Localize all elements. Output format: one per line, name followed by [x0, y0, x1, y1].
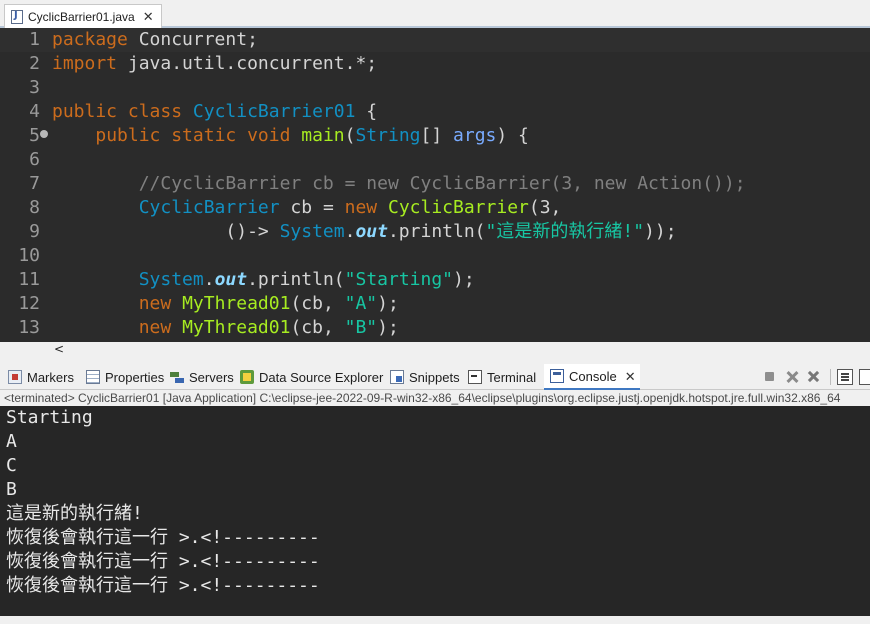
editor-tab-bar: CyclicBarrier01.java ✕	[0, 0, 870, 28]
code-text: ()-> System.out.println("這是新的執行緒!"));	[52, 221, 677, 242]
console-output-line: 這是新的執行緒!	[6, 503, 143, 524]
tab-label: Markers	[27, 369, 74, 385]
scroll-lock-icon[interactable]	[837, 369, 853, 385]
code-line[interactable]: 11 System.out.println("Starting");	[0, 268, 870, 292]
tab-terminal[interactable]: Terminal	[462, 364, 540, 390]
code-text: public class CyclicBarrier01 {	[52, 101, 378, 122]
console-output-line: B	[6, 479, 17, 500]
java-file-icon	[11, 9, 23, 24]
line-number: 3	[29, 77, 40, 98]
tab-data-source-explorer[interactable]: Data Source Explorer	[234, 364, 387, 390]
line-number: 11	[18, 269, 40, 290]
code-text: //CyclicBarrier cb = new CyclicBarrier(3…	[52, 173, 746, 194]
code-line[interactable]: 4 public class CyclicBarrier01 {	[0, 100, 870, 124]
tab-markers[interactable]: Markers	[2, 364, 78, 390]
tab-label: Data Source Explorer	[259, 369, 384, 385]
tab-servers[interactable]: Servers	[164, 364, 238, 390]
pin-console-icon[interactable]	[859, 369, 870, 385]
servers-icon	[170, 370, 184, 384]
line-number: 13	[18, 317, 40, 338]
line-number: 4	[29, 101, 40, 122]
data-source-explorer-icon	[240, 370, 254, 384]
code-line[interactable]: 8 CyclicBarrier cb = new CyclicBarrier(3…	[0, 196, 870, 220]
tab-label: Terminal	[487, 369, 537, 385]
console-horizontal-scrollbar[interactable]	[0, 616, 870, 624]
line-number: 6	[29, 149, 40, 170]
line-number: 9	[29, 221, 40, 242]
line-number: 5	[29, 125, 40, 146]
tab-label: Snippets	[409, 369, 460, 385]
line-number: 12	[18, 293, 40, 314]
remove-launch-icon[interactable]	[784, 369, 800, 385]
tab-label: Servers	[189, 369, 234, 385]
terminal-icon	[468, 370, 482, 384]
console-output-line: 恢復後會執行這一行 >.<!---------	[6, 527, 320, 548]
tab-properties[interactable]: Properties	[80, 364, 168, 390]
fold-toggle-icon[interactable]	[40, 130, 48, 138]
tab-label: Console	[569, 368, 617, 384]
console-output[interactable]: Starting A C B 這是新的執行緒! 恢復後會執行這一行 >.<!-------…	[0, 406, 870, 616]
tab-snippets[interactable]: Snippets	[384, 364, 464, 390]
code-text: import java.util.concurrent.*;	[52, 53, 378, 74]
markers-icon	[8, 370, 22, 384]
line-number: 2	[29, 53, 40, 74]
code-line[interactable]: 3	[0, 76, 870, 100]
code-editor[interactable]: 1 package Concurrent; 2 import java.util.co…	[0, 28, 870, 342]
console-output-line: 恢復後會執行這一行 >.<!---------	[6, 575, 320, 596]
console-output-line: Starting	[6, 407, 93, 428]
close-icon[interactable]: ✕	[143, 10, 154, 23]
code-line[interactable]: 5 public static void main(String[] args)…	[0, 124, 870, 148]
console-toolbar	[756, 368, 870, 386]
line-number: 7	[29, 173, 40, 194]
view-tab-bar: Markers Properties Servers Data Source Expl…	[0, 364, 870, 390]
tab-label: Properties	[105, 369, 165, 385]
editor-tab-label: CyclicBarrier01.java	[28, 9, 135, 24]
code-text: CyclicBarrier cb = new CyclicBarrier(3,	[138, 197, 562, 218]
terminate-icon[interactable]	[762, 369, 778, 385]
code-text: public static void main(String[] args) {	[95, 125, 529, 146]
toolbar-separator	[830, 369, 831, 385]
code-line[interactable]: 12 new MyThread01(cb, "A");	[0, 292, 870, 316]
console-icon	[550, 369, 564, 383]
scroll-left-icon[interactable]: <	[54, 342, 64, 356]
code-text: System.out.println("Starting");	[138, 269, 475, 290]
line-number: 1	[29, 29, 40, 50]
console-process-label: <terminated> CyclicBarrier01 [Java Appli…	[0, 390, 870, 406]
close-icon[interactable]: ✕	[625, 370, 636, 383]
code-line[interactable]: 7 //CyclicBarrier cb = new CyclicBarrier…	[0, 172, 870, 196]
code-line[interactable]: 13 new MyThread01(cb, "B");	[0, 316, 870, 340]
code-text: new MyThread01(cb, "A");	[138, 293, 399, 314]
line-number: 10	[18, 245, 40, 266]
snippets-icon	[390, 370, 404, 384]
console-output-line: 恢復後會執行這一行 >.<!---------	[6, 551, 320, 572]
console-output-line: C	[6, 455, 17, 476]
code-line[interactable]: 6	[0, 148, 870, 172]
tab-console[interactable]: Console ✕	[544, 364, 640, 390]
code-line[interactable]: 9 ()-> System.out.println("這是新的執行緒!"));	[0, 220, 870, 244]
line-number: 8	[29, 197, 40, 218]
console-output-line: A	[6, 431, 17, 452]
code-line[interactable]: 2 import java.util.concurrent.*;	[0, 52, 870, 76]
properties-icon	[86, 370, 100, 384]
remove-all-terminated-icon[interactable]	[806, 369, 822, 385]
code-text: package Concurrent;	[52, 29, 258, 50]
editor-horizontal-scrollbar[interactable]: <	[0, 342, 870, 356]
code-line[interactable]: 10	[0, 244, 870, 268]
editor-tab-cyclicbarrier01[interactable]: CyclicBarrier01.java ✕	[4, 4, 162, 28]
code-line[interactable]: 1 package Concurrent;	[0, 28, 870, 52]
code-text: new MyThread01(cb, "B");	[138, 317, 399, 338]
